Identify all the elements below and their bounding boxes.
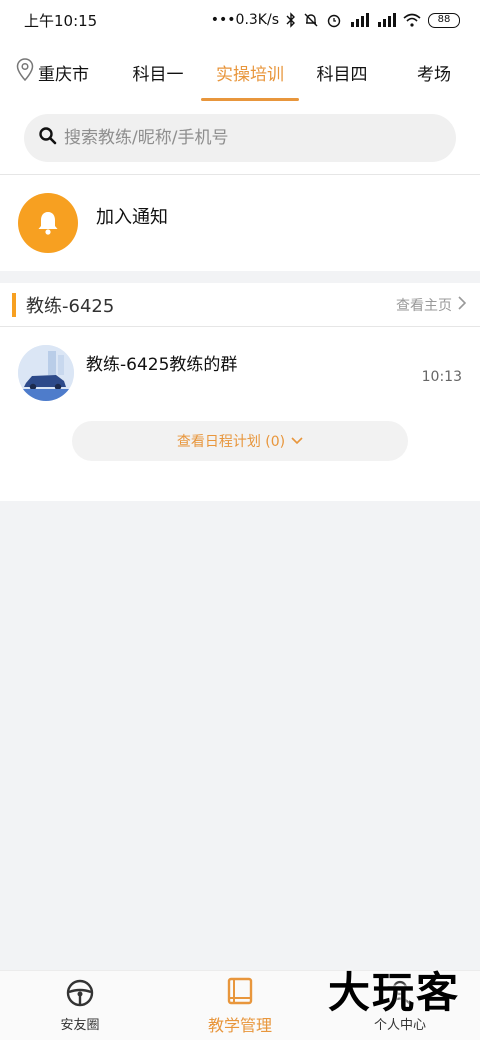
signal-icon bbox=[349, 13, 369, 27]
alarm-icon bbox=[326, 12, 342, 28]
book-icon bbox=[225, 976, 255, 1010]
mute-bell-icon bbox=[303, 12, 319, 28]
chevron-right-icon bbox=[458, 295, 467, 314]
nav-item-teaching[interactable]: 教学管理 bbox=[160, 971, 320, 1040]
city-label: 重庆市 bbox=[38, 64, 89, 85]
group-time: 10:13 bbox=[421, 369, 462, 385]
group-chat-row[interactable]: 教练-6425教练的群 10:13 bbox=[0, 327, 480, 411]
location-pin-icon bbox=[16, 57, 34, 87]
wifi-icon bbox=[403, 13, 421, 27]
view-homepage-link[interactable]: 查看主页 bbox=[396, 295, 467, 315]
search-input[interactable] bbox=[64, 128, 424, 148]
group-avatar bbox=[18, 345, 74, 401]
tab-subject-one[interactable]: 科目一 bbox=[112, 40, 204, 104]
top-tabs: 重庆市 科目一 实操培训 科目四 考场 bbox=[0, 40, 480, 104]
title-accent-bar bbox=[12, 292, 16, 317]
search-icon bbox=[38, 126, 58, 150]
chevron-down-icon bbox=[291, 433, 303, 449]
battery-indicator: 88 bbox=[428, 12, 460, 28]
coach-header: 教练-6425 查看主页 bbox=[0, 283, 480, 327]
top-section: 上午10:15 •••0.3K/s 88 重庆市 科目一 实操培训 科目四 考场… bbox=[0, 0, 480, 174]
status-icons: •••0.3K/s 88 bbox=[211, 12, 460, 28]
city-selector[interactable]: 重庆市 bbox=[0, 57, 112, 87]
net-speed: •••0.3K/s bbox=[210, 12, 279, 28]
search-bar[interactable] bbox=[24, 114, 456, 162]
tab-exam-site[interactable]: 考场 bbox=[388, 40, 480, 104]
tab-subject-four[interactable]: 科目四 bbox=[296, 40, 388, 104]
view-schedule-button[interactable]: 查看日程计划 (0) bbox=[72, 421, 408, 461]
bell-icon bbox=[18, 193, 78, 253]
watermark: 大玩客 bbox=[327, 968, 460, 1017]
coach-title: 教练-6425 bbox=[0, 292, 114, 318]
section-gap bbox=[0, 271, 480, 283]
coach-name: 教练-6425 bbox=[26, 295, 115, 317]
status-bar: 上午10:15 •••0.3K/s 88 bbox=[0, 0, 480, 40]
nav-label-teaching: 教学管理 bbox=[207, 1015, 272, 1035]
signal-icon-2 bbox=[376, 13, 396, 27]
group-name: 教练-6425教练的群 bbox=[86, 354, 238, 375]
nav-item-community[interactable]: 安友圈 bbox=[0, 971, 160, 1040]
join-notice-label: 加入通知 bbox=[96, 207, 168, 228]
nav-label-community: 安友圈 bbox=[60, 1018, 100, 1033]
view-homepage-label: 查看主页 bbox=[396, 297, 452, 314]
view-schedule-label: 查看日程计划 (0) bbox=[176, 434, 286, 450]
steering-wheel-icon bbox=[65, 978, 95, 1012]
search-section bbox=[0, 104, 480, 174]
bluetooth-icon bbox=[286, 12, 296, 28]
status-time: 上午10:15 bbox=[24, 11, 98, 30]
join-notice-row[interactable]: 加入通知 bbox=[0, 175, 480, 271]
tab-practical-training[interactable]: 实操培训 bbox=[204, 40, 296, 104]
coach-card: 教练-6425 查看主页 教练-6425教练的群 10:13 查看日程计划 (0… bbox=[0, 283, 480, 501]
